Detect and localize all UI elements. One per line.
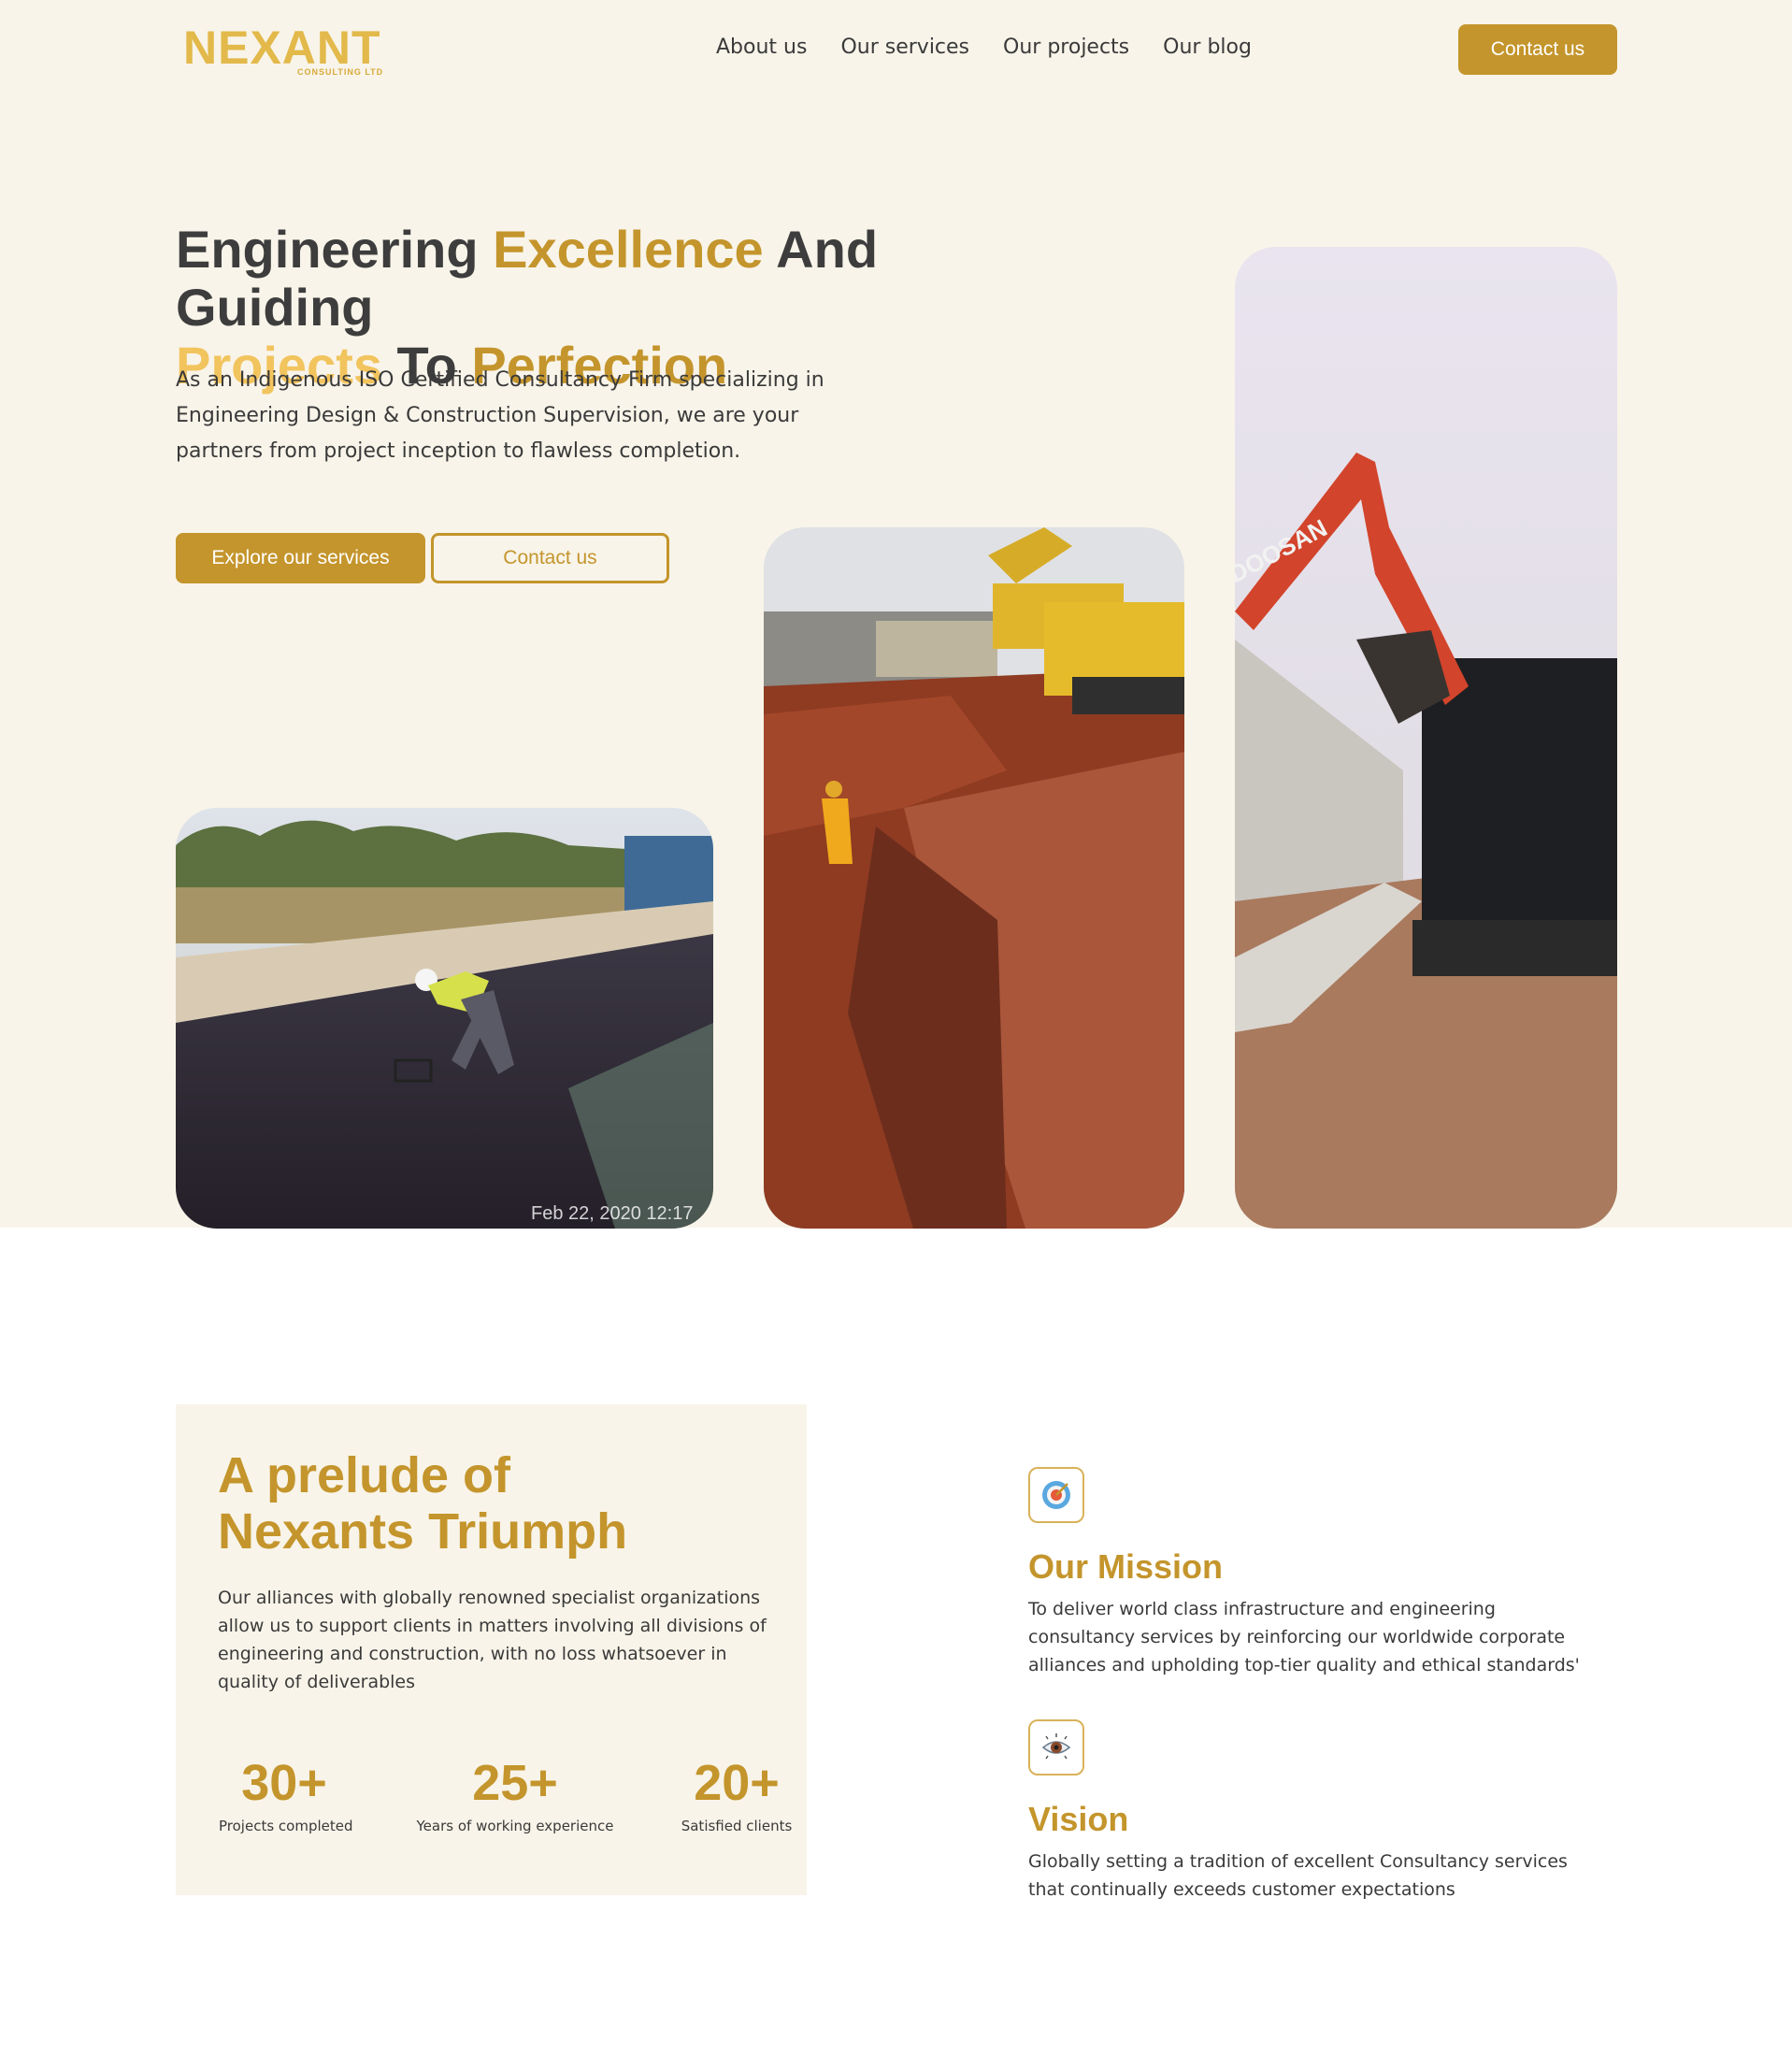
nav-about-us[interactable]: About us [716, 34, 807, 62]
stat-projects: 30+ Projects completed [219, 1754, 353, 1834]
stat-label: Years of working experience [416, 1818, 614, 1834]
hero-contact-button[interactable]: Contact us [431, 533, 669, 583]
stat-label: Projects completed [219, 1818, 353, 1834]
stat-value: 25+ [472, 1755, 558, 1811]
eye-icon [1041, 1733, 1071, 1760]
prelude-title: A prelude of Nexants Triumph [218, 1447, 741, 1560]
excavator-photo: DOOSAN [1235, 247, 1617, 1229]
mission-text: To deliver world class infrastructure an… [1028, 1599, 1580, 1675]
mission-title: Our Mission [1028, 1547, 1224, 1586]
nav-our-services[interactable]: Our services [840, 34, 969, 62]
hero-title-part: Engineering [176, 220, 494, 279]
target-icon [1042, 1481, 1070, 1509]
logo-subtitle: CONSULTING LTD [297, 67, 384, 77]
hero-description: As an Indigenous ISO Certified Consultan… [176, 368, 824, 463]
vision-title: Vision [1028, 1800, 1129, 1838]
explore-services-button[interactable]: Explore our services [176, 533, 425, 583]
main-nav: About us Our services Our projects Our b… [716, 34, 1252, 62]
stat-label: Satisfied clients [681, 1818, 793, 1834]
prelude-title-line: Nexants Triumph [218, 1503, 628, 1560]
excavation-photo [764, 527, 1184, 1229]
vision-icon-box [1028, 1719, 1084, 1776]
prelude-title-line: A prelude of [218, 1447, 511, 1503]
logo[interactable]: NEXANT CONSULTING LTD [183, 21, 398, 82]
stat-value: 20+ [694, 1755, 780, 1811]
mission-icon-box [1028, 1467, 1084, 1523]
stat-clients: 20+ Satisfied clients [681, 1754, 793, 1834]
stat-years: 25+ Years of working experience [415, 1754, 615, 1834]
stat-value: 30+ [241, 1755, 327, 1811]
road-paving-photo: Feb 22, 2020 12:17 [176, 808, 713, 1229]
vision-text: Globally setting a tradition of excellen… [1028, 1851, 1568, 1900]
nav-our-blog[interactable]: Our blog [1163, 34, 1252, 62]
header-contact-button[interactable]: Contact us [1458, 24, 1617, 75]
prelude-text: Our alliances with globally renowned spe… [218, 1588, 767, 1692]
prelude-card: A prelude of Nexants Triumph Our allianc… [176, 1404, 807, 1895]
nav-our-projects[interactable]: Our projects [1003, 34, 1129, 62]
hero-title-highlight: Excellence [493, 220, 764, 279]
photo-timestamp: Feb 22, 2020 12:17 [531, 1203, 693, 1224]
